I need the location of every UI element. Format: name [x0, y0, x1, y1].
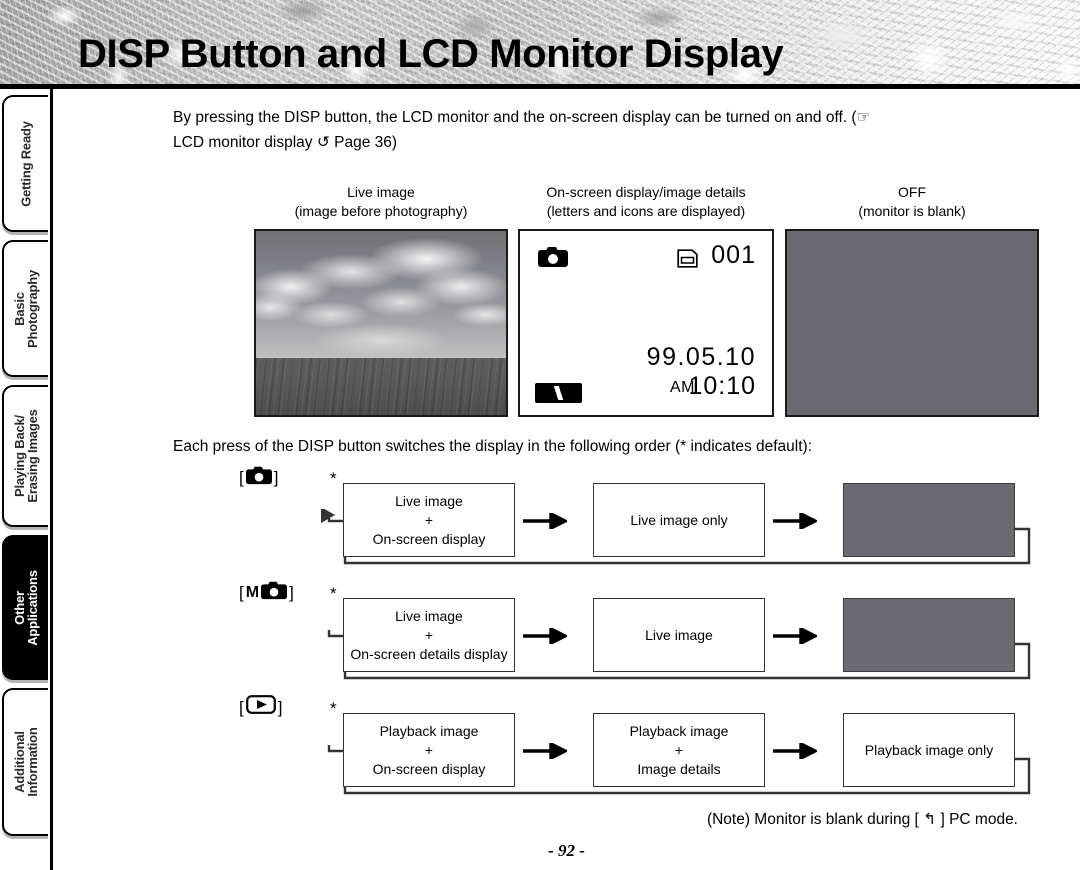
playback-icon [245, 695, 276, 719]
default-marker: * [330, 699, 337, 718]
flow-box-line-1: Playback image [629, 722, 729, 739]
flow-box-line-3: Image details [637, 760, 721, 777]
flow-arrow-right [523, 743, 567, 759]
bracket-close: ] [273, 468, 279, 487]
flow-box-line-1: Live image [395, 492, 463, 509]
memory-card-icon [677, 249, 698, 273]
sidebar-item-label: Playing Back/Erasing Images [12, 409, 40, 503]
battery-icon [535, 383, 582, 403]
flow-step-box-blank-monitor [843, 483, 1015, 557]
flow-box-line-2: + [424, 626, 434, 643]
flow-box-line-1: Live image only [630, 511, 728, 528]
flow-box-line-3: On-screen display [372, 760, 486, 777]
header-divider-rule [0, 84, 1080, 89]
order-description: Each press of the DISP button switches t… [173, 438, 813, 455]
intro-line-1: By pressing the DISP button, the LCD mon… [173, 109, 871, 126]
flow-box-line-1: Playback image [379, 722, 479, 739]
footnote: (Note) Monitor is blank during [ ↰ ] PC … [706, 811, 1018, 828]
flow-step-box: Live image [593, 598, 765, 672]
panel-caption-live-image: Live image (image before photography) [254, 183, 508, 221]
flow-box-line-3: On-screen details display [350, 645, 508, 662]
sidebar-item-label: Additional Information [12, 727, 40, 797]
page-number: - 92 - [548, 841, 585, 860]
caption-line-1: Live image [347, 184, 415, 200]
flow-box-line-2: + [674, 741, 684, 758]
intro-paragraph: By pressing the DISP button, the LCD mon… [173, 105, 1053, 155]
page-title: DISP Button and LCD Monitor Display [78, 32, 784, 76]
bracket-open: [ [239, 468, 244, 487]
photo-sky-region [256, 231, 506, 358]
panel-caption-off: OFF (monitor is blank) [785, 183, 1039, 221]
flow-arrow-right [523, 628, 567, 644]
caption-line-1: OFF [898, 184, 926, 200]
flow-step-box: Live image only [593, 483, 765, 557]
flow-step-box-blank-monitor [843, 598, 1015, 672]
flow-box-line-3: On-screen display [372, 530, 486, 547]
page-header-banner: DISP Button and LCD Monitor Display [0, 0, 1080, 88]
time-value: 10:10 [688, 372, 756, 400]
caption-line-1: On-screen display/image details [546, 184, 746, 200]
sidebar-item-label: Other Applications [12, 569, 40, 646]
flow-row-record-mode: [ ] * Live image + On-screen display Liv… [173, 466, 1073, 571]
flow-row-playback-mode: [ ] * Playback image + On-screen display [173, 695, 1073, 801]
flow-step-box: Live image + On-screen display [343, 483, 515, 557]
flow-step-box: Live image + On-screen details display [343, 598, 515, 672]
onscreen-display-preview: 001 99.05.10 AM 10:10 [518, 229, 774, 417]
mode-indicator-camera: [ ] [239, 465, 278, 490]
sidebar-item-other-applications[interactable]: Other Applications [2, 535, 48, 680]
frame-count-value: 001 [711, 241, 756, 269]
camera-icon [261, 580, 288, 605]
sidebar-item-playing-back-erasing-images[interactable]: Playing Back/Erasing Images [2, 385, 48, 527]
flow-arrow-right [773, 628, 817, 644]
sidebar-item-label: Getting Ready [18, 120, 34, 207]
default-marker: * [330, 469, 337, 488]
live-image-preview [254, 229, 508, 417]
flow-step-box: Playback image + On-screen display [343, 713, 515, 787]
flow-arrow-right [773, 743, 817, 759]
page-content: By pressing the DISP button, the LCD mon… [53, 89, 1080, 870]
sidebar-item-getting-ready[interactable]: Getting Ready [2, 95, 48, 232]
intro-line-2: LCD monitor display ↺ Page 36) [173, 134, 398, 151]
bracket-close: ] [289, 583, 294, 602]
caption-line-2: (letters and icons are displayed) [546, 203, 746, 219]
default-marker: * [330, 584, 337, 603]
panel-caption-onscreen-display: On-screen display/image details (letters… [500, 183, 792, 221]
camera-icon [245, 465, 272, 490]
photo-ground-region [256, 357, 506, 415]
chapter-tab-sidebar: Getting Ready Basic Photography Playing B… [0, 89, 52, 870]
bracket-close: ] [277, 697, 283, 717]
mode-indicator-playback: [ ] [239, 695, 282, 719]
sidebar-item-basic-photography[interactable]: Basic Photography [2, 240, 48, 377]
caption-line-2: (image before photography) [294, 203, 468, 219]
flow-row-manual-record-mode: [ M ] * Live image + On-screen details d… [173, 581, 1073, 686]
flow-box-line-1: Playback image only [864, 741, 994, 758]
bracket-open: [ [239, 697, 244, 717]
flow-box-line-1: Live image [645, 626, 713, 643]
caption-line-2: (monitor is blank) [858, 203, 966, 219]
flow-step-box: Playback image + Image details [593, 713, 765, 787]
flow-box-line-2: + [424, 511, 434, 528]
date-value: 99.05.10 [646, 343, 756, 371]
sidebar-item-label: Basic Photography [12, 269, 40, 348]
flow-box-line-1: Live image [395, 607, 463, 624]
mode-indicator-manual-camera: [ M ] [239, 580, 294, 605]
monitor-off-preview [785, 229, 1039, 417]
camera-icon [538, 245, 568, 273]
bracket-open: [ [239, 583, 244, 602]
sidebar-item-additional-information[interactable]: Additional Information [2, 688, 48, 836]
flow-step-box: Playback image only [843, 713, 1015, 787]
manual-mode-letter: M [245, 583, 260, 601]
flow-arrow-right [523, 513, 567, 529]
flow-arrow-right [773, 513, 817, 529]
flow-box-line-2: + [424, 741, 434, 758]
